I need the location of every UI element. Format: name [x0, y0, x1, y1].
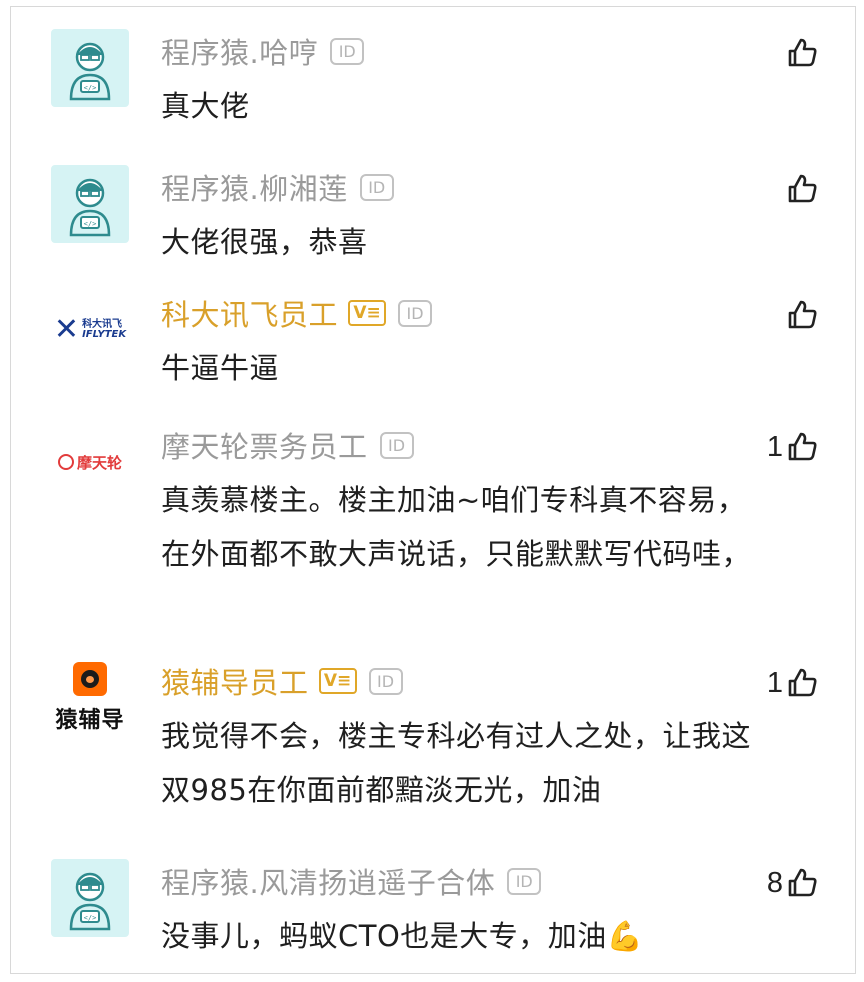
- thumbs-up-icon: [788, 668, 817, 697]
- author-name[interactable]: 猿辅导员工: [161, 660, 309, 702]
- avatar[interactable]: 摩天轮: [51, 423, 129, 501]
- iflytek-logo: ✕ 科大讯飞 IFLYTEK: [54, 315, 126, 345]
- like-count: 1: [766, 666, 783, 699]
- like-count: 1: [766, 430, 783, 463]
- comment-text: 没事儿，蚂蚁CTO也是大专，加油💪: [161, 919, 644, 953]
- coder-avatar-icon: </>: [69, 42, 111, 101]
- iflytek-mark-icon: ✕: [53, 312, 80, 347]
- id-badge: ID: [507, 867, 542, 895]
- comment-item: 猿辅导 猿辅导员工 V≡ ID 我觉得不会，楼主专科必有过人之处，让我这双985…: [11, 659, 857, 829]
- comment-item: </> 程序猿.哈哼 ID 真大佬: [11, 29, 857, 139]
- thumbs-up-icon: [788, 300, 817, 329]
- id-badge: ID: [398, 299, 433, 327]
- comment-text: 牛逼牛逼: [161, 351, 280, 385]
- logo-text: IFLYTEK: [82, 329, 127, 340]
- name-row: 猿辅导员工 V≡ ID: [161, 659, 403, 703]
- comment-item: ✕ 科大讯飞 IFLYTEK 科大讯飞员工 V≡ ID 牛逼牛逼: [11, 291, 857, 401]
- avatar[interactable]: </>: [51, 165, 129, 243]
- like-button[interactable]: [783, 169, 819, 209]
- like-count: 8: [766, 866, 783, 899]
- comment-text: 真大佬: [161, 89, 250, 123]
- svg-text:</>: </>: [84, 84, 97, 92]
- id-badge: ID: [330, 37, 365, 65]
- comment-item: 摩天轮 摩天轮票务员工 ID 真羡慕楼主。楼主加油~咱们专科真不容易，在外面都不…: [11, 423, 857, 633]
- id-badge: ID: [368, 667, 403, 695]
- name-row: 摩天轮票务员工 ID: [161, 423, 414, 467]
- coder-avatar-icon: </>: [69, 178, 111, 237]
- thumbs-up-icon: [788, 174, 817, 203]
- avatar[interactable]: 猿辅导: [51, 659, 129, 737]
- like-button[interactable]: 1: [767, 427, 819, 467]
- like-button[interactable]: [783, 295, 819, 335]
- comment-text: 大佬很强，恭喜: [161, 225, 368, 259]
- author-name[interactable]: 摩天轮票务员工: [161, 424, 368, 466]
- ferris-wheel-icon: [57, 454, 74, 470]
- name-row: 程序猿.风清扬逍遥子合体 ID: [161, 859, 542, 903]
- thumbs-up-icon: [788, 432, 817, 461]
- comment-text: 我觉得不会，楼主专科必有过人之处，让我这双985在你面前都黯淡无光，加油: [161, 719, 752, 807]
- id-badge: ID: [379, 431, 414, 459]
- comment-item: </> 程序猿.风清扬逍遥子合体 ID 没事儿，蚂蚁CTO也是大专，加油💪 8: [11, 859, 857, 969]
- svg-text:</>: </>: [84, 220, 97, 228]
- coder-avatar-icon: </>: [69, 872, 111, 931]
- name-row: 程序猿.柳湘莲 ID: [161, 165, 394, 209]
- comment-item: </> 程序猿.柳湘莲 ID 大佬很强，恭喜: [11, 165, 857, 275]
- avatar[interactable]: </>: [51, 29, 129, 107]
- verified-badge: V≡: [348, 300, 387, 326]
- name-row: 科大讯飞员工 V≡ ID: [161, 291, 433, 335]
- logo-text: 猿辅导: [55, 708, 125, 733]
- avatar[interactable]: </>: [51, 859, 129, 937]
- like-button[interactable]: 1: [767, 663, 819, 703]
- author-name[interactable]: 科大讯飞员工: [161, 292, 338, 334]
- author-name[interactable]: 程序猿.柳湘莲: [161, 166, 348, 208]
- name-row: 程序猿.哈哼 ID: [161, 29, 365, 73]
- verified-badge: V≡: [318, 668, 357, 694]
- monkey-icon: [72, 662, 107, 696]
- logo-text: 摩天轮: [76, 453, 122, 472]
- yuanfudao-logo: 猿辅导: [55, 662, 124, 734]
- avatar[interactable]: ✕ 科大讯飞 IFLYTEK: [51, 291, 129, 369]
- author-name[interactable]: 程序猿.哈哼: [161, 30, 318, 72]
- thumbs-up-icon: [788, 38, 817, 67]
- id-badge: ID: [359, 173, 394, 201]
- comment-text: 真羡慕楼主。楼主加油~咱们专科真不容易，在外面都不敢大声说话，只能默默写代码哇，: [161, 483, 752, 571]
- author-name[interactable]: 程序猿.风清扬逍遥子合体: [161, 860, 495, 902]
- like-button[interactable]: 8: [767, 863, 819, 903]
- like-button[interactable]: [783, 33, 819, 73]
- comment-list: </> 程序猿.哈哼 ID 真大佬 </> 程序猿.柳湘莲 ID 大佬很强，恭喜…: [10, 6, 856, 974]
- thumbs-up-icon: [788, 868, 817, 897]
- svg-text:</>: </>: [84, 914, 97, 922]
- motianlun-logo: 摩天轮: [57, 452, 122, 473]
